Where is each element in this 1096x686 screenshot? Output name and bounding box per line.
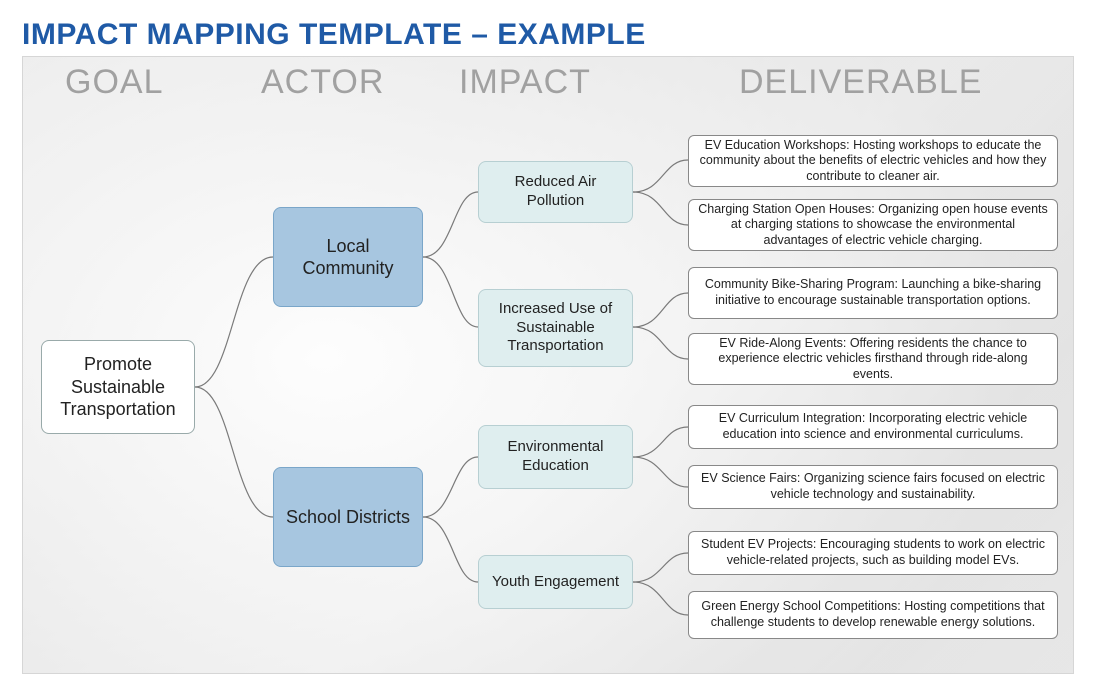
actor-node-school-districts: School Districts [273, 467, 423, 567]
page-title: IMPACT MAPPING TEMPLATE – EXAMPLE [22, 18, 1074, 52]
deliverable-node-bike-sharing: Community Bike-Sharing Program: Launchin… [688, 267, 1058, 319]
actor-node-local-community: Local Community [273, 207, 423, 307]
deliverable-node-student-projects: Student EV Projects: Encouraging student… [688, 531, 1058, 575]
deliverable-node-charging-open-houses: Charging Station Open Houses: Organizing… [688, 199, 1058, 251]
goal-node: Promote Sustainable Transportation [41, 340, 195, 434]
column-headers: GOAL ACTOR IMPACT DELIVERABLE [23, 57, 1073, 117]
header-impact: IMPACT [459, 63, 591, 102]
impact-node-reduced-air-pollution: Reduced Air Pollution [478, 161, 633, 223]
deliverable-node-green-competitions: Green Energy School Competitions: Hostin… [688, 591, 1058, 639]
impact-node-sustainable-transport: Increased Use of Sustainable Transportat… [478, 289, 633, 367]
header-actor: ACTOR [261, 63, 384, 102]
header-deliverable: DELIVERABLE [739, 63, 982, 102]
deliverable-node-curriculum-integration: EV Curriculum Integration: Incorporating… [688, 405, 1058, 449]
diagram-panel: GOAL ACTOR IMPACT DELIVERABLE [22, 56, 1074, 674]
page: IMPACT MAPPING TEMPLATE – EXAMPLE GOAL A… [0, 0, 1096, 686]
header-goal: GOAL [65, 63, 163, 102]
deliverable-node-science-fairs: EV Science Fairs: Organizing science fai… [688, 465, 1058, 509]
impact-node-environmental-education: Environmental Education [478, 425, 633, 489]
impact-node-youth-engagement: Youth Engagement [478, 555, 633, 609]
deliverable-node-ev-workshops: EV Education Workshops: Hosting workshop… [688, 135, 1058, 187]
deliverable-node-ride-along: EV Ride-Along Events: Offering residents… [688, 333, 1058, 385]
